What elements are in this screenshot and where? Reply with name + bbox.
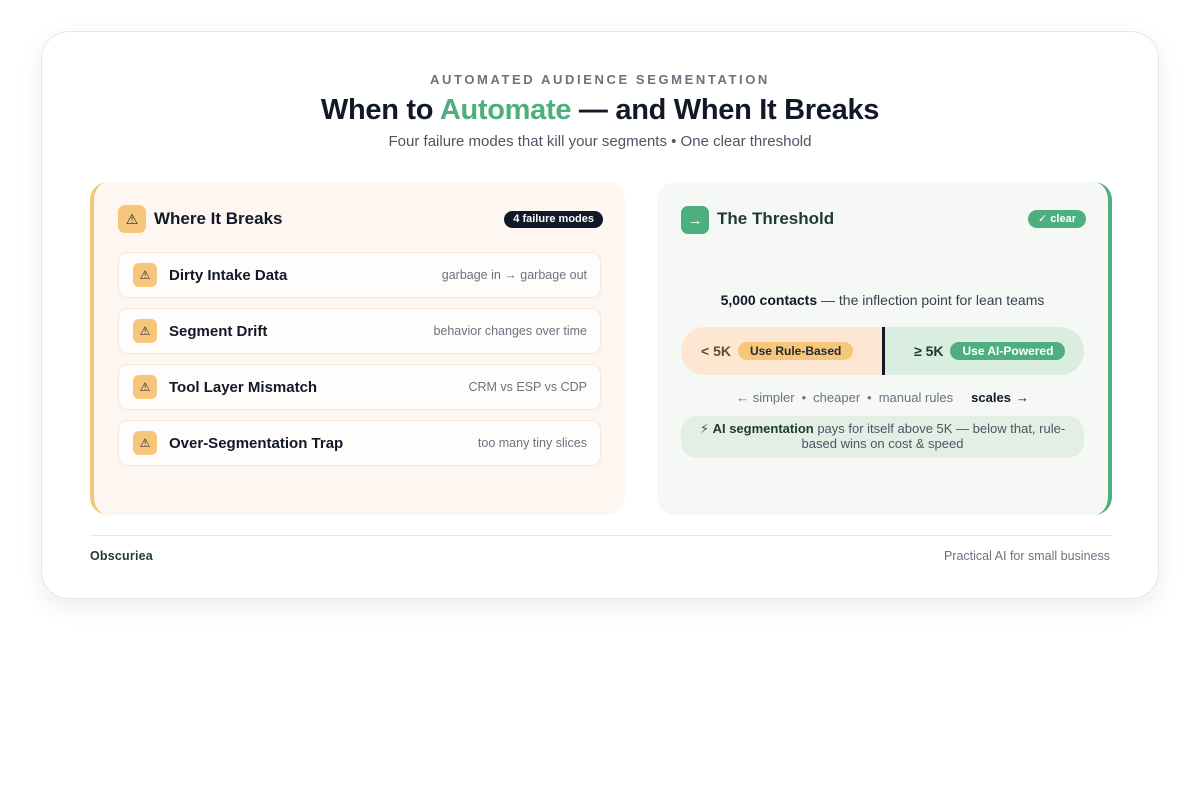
above-threshold-label: ≥ 5K bbox=[914, 343, 944, 359]
scale-manual-rules: manual rules bbox=[878, 390, 954, 405]
threshold-statement: 5,000 contacts — the inflection point fo… bbox=[657, 292, 1108, 308]
brand-tagline: Practical AI for small business bbox=[943, 549, 1110, 563]
page-subtitle: Four failure modes that kill your segmen… bbox=[388, 133, 812, 150]
scale-scales: scales bbox=[971, 390, 1011, 405]
warning-icon: ⚠ bbox=[133, 263, 157, 287]
note-emphasis: AI segmentation bbox=[712, 421, 814, 436]
list-item: ⚠ Tool Layer Mismatch CRM vs ESP vs CDP bbox=[118, 364, 601, 410]
rule-based-pill: Use Rule-Based bbox=[737, 342, 854, 360]
note-text: pays for itself above 5K — below that, r… bbox=[801, 421, 1066, 451]
infographic-card: AUTOMATED AUDIENCE SEGMENTATION When to … bbox=[41, 31, 1159, 599]
footer-divider bbox=[90, 535, 1112, 536]
lightning-icon: ⚡ bbox=[699, 421, 709, 436]
failure-mode-name: Dirty Intake Data bbox=[169, 267, 288, 284]
warning-icon: ⚠ bbox=[118, 205, 146, 233]
title-prefix: When to bbox=[320, 94, 440, 126]
eyebrow-label: AUTOMATED AUDIENCE SEGMENTATION bbox=[430, 72, 770, 87]
threshold-value: 5,000 contacts bbox=[720, 292, 818, 308]
bullet-separator: • bbox=[801, 390, 807, 405]
page-title: When to Automate — and When It Breaks bbox=[42, 94, 1158, 127]
scale-simpler: simpler bbox=[752, 390, 795, 405]
failure-mode-description: garbage in → garbage out bbox=[441, 268, 587, 282]
warning-icon: ⚠ bbox=[133, 319, 157, 343]
title-accent: Automate bbox=[439, 94, 572, 126]
list-item: ⚠ Dirty Intake Data garbage in → garbage… bbox=[118, 252, 601, 298]
ai-segmentation-note: ⚡ AI segmentation pays for itself above … bbox=[681, 416, 1084, 458]
threshold-description: — the inflection point for lean teams bbox=[817, 292, 1045, 308]
failure-mode-name: Over-Segmentation Trap bbox=[169, 435, 344, 452]
below-threshold-label: < 5K bbox=[701, 343, 731, 359]
threshold-panel: → The Threshold ✓ clear 5,000 contacts —… bbox=[657, 182, 1112, 515]
arrow-right-icon: → bbox=[681, 206, 709, 234]
list-item: ⚠ Segment Drift behavior changes over ti… bbox=[118, 308, 601, 354]
rule-based-segment: < 5K Use Rule-Based bbox=[681, 327, 882, 375]
bullet-separator: • bbox=[867, 390, 872, 405]
failure-mode-description: too many tiny slices bbox=[477, 436, 587, 450]
ai-powered-segment: ≥ 5K Use AI-Powered bbox=[885, 327, 1084, 375]
failure-count-badge: 4 failure modes bbox=[504, 211, 603, 228]
title-suffix: — and When It Breaks bbox=[571, 94, 880, 126]
failure-mode-description: behavior changes over time bbox=[433, 324, 587, 338]
panel-title: Where It Breaks bbox=[154, 209, 283, 228]
arrow-right-icon: → bbox=[1015, 390, 1029, 405]
warning-icon: ⚠ bbox=[133, 375, 157, 399]
failure-mode-name: Tool Layer Mismatch bbox=[169, 379, 318, 396]
failure-mode-list: ⚠ Dirty Intake Data garbage in → garbage… bbox=[118, 252, 601, 476]
threshold-split-bar: < 5K Use Rule-Based ≥ 5K Use AI-Powered bbox=[681, 327, 1084, 375]
list-item: ⚠ Over-Segmentation Trap too many tiny s… bbox=[118, 420, 601, 466]
failure-mode-description: CRM vs ESP vs CDP bbox=[468, 380, 587, 394]
warning-icon: ⚠ bbox=[133, 431, 157, 455]
scale-legend: ← simpler • cheaper • manual rules scale… bbox=[657, 390, 1108, 405]
scale-cheaper: cheaper bbox=[813, 390, 861, 405]
panel-title: The Threshold bbox=[717, 209, 835, 228]
where-it-breaks-panel: ⚠ Where It Breaks 4 failure modes ⚠ Dirt… bbox=[90, 182, 625, 515]
status-badge: ✓ clear bbox=[1028, 210, 1086, 228]
failure-mode-name: Segment Drift bbox=[169, 323, 268, 340]
ai-powered-pill: Use AI-Powered bbox=[950, 342, 1066, 360]
brand-name: Obscuriea bbox=[90, 549, 153, 563]
arrow-left-icon: ← bbox=[736, 390, 750, 405]
